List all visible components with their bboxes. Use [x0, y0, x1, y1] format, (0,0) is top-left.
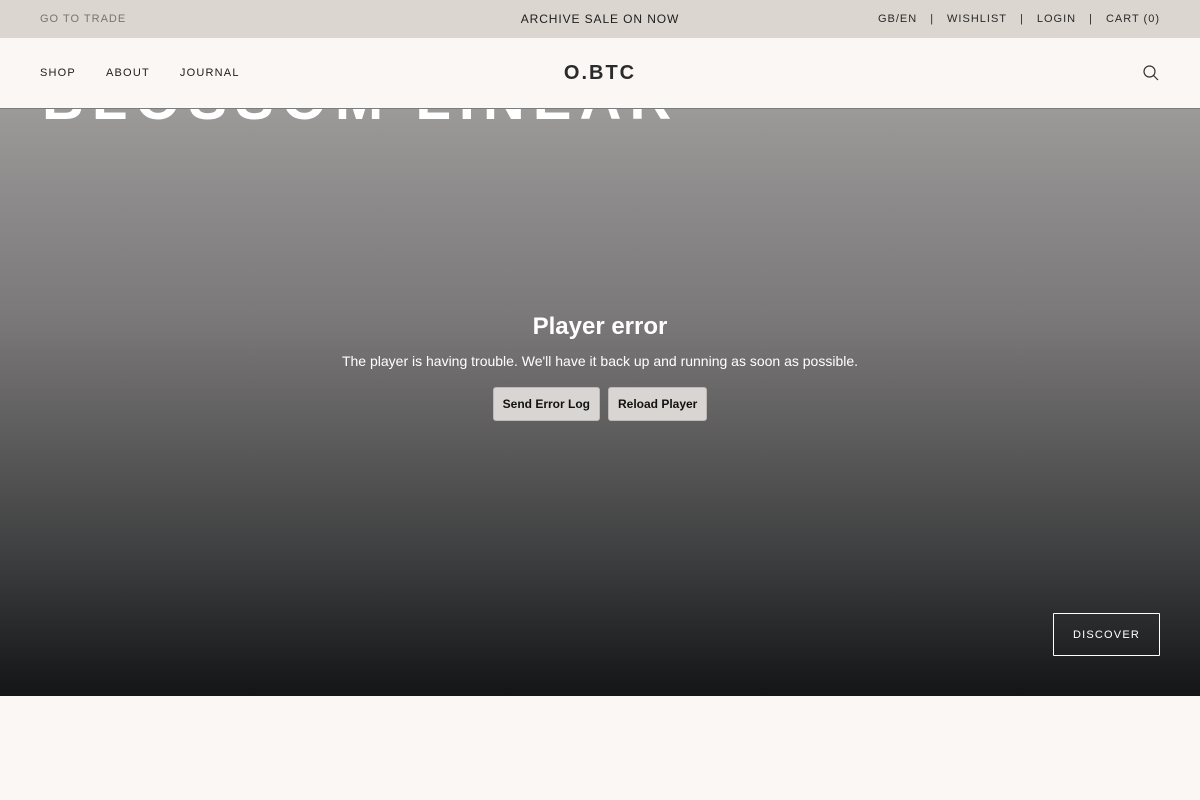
search-icon — [1143, 65, 1159, 81]
separator: | — [1089, 13, 1093, 25]
separator: | — [930, 13, 935, 25]
cart-link[interactable]: CART (0) — [1106, 13, 1160, 25]
search-button[interactable] — [1142, 64, 1160, 82]
hero-video: BLOSSOM LINEAR Player error The player i… — [0, 108, 1200, 696]
hero-title: BLOSSOM LINEAR — [42, 108, 679, 133]
region-selector[interactable]: GB/EN — [878, 13, 917, 25]
nav-item-journal[interactable]: JOURNAL — [180, 67, 240, 79]
site-logo[interactable]: O.BTC — [564, 62, 636, 84]
go-to-trade-link[interactable]: GO TO TRADE — [40, 13, 126, 25]
reload-player-button[interactable]: Reload Player — [607, 387, 708, 421]
account-links: GB/EN | WISHLIST | LOGIN | CART (0) — [878, 13, 1160, 25]
announcement-bar: GO TO TRADE ARCHIVE SALE ON NOW GB/EN | … — [0, 0, 1200, 38]
player-error-title: Player error — [532, 313, 668, 340]
nav-item-shop[interactable]: SHOP — [40, 67, 76, 79]
login-link[interactable]: LOGIN — [1037, 13, 1076, 25]
player-error: Player error The player is having troubl… — [0, 313, 1200, 421]
announcement-text[interactable]: ARCHIVE SALE ON NOW — [521, 12, 679, 26]
send-error-log-button[interactable]: Send Error Log — [492, 387, 600, 421]
separator: | — [1020, 13, 1024, 25]
player-error-actions: Send Error Log Reload Player — [0, 387, 1200, 421]
player-error-message: The player is having trouble. We'll have… — [341, 353, 859, 369]
site-header: SHOP ABOUT JOURNAL O.BTC — [0, 38, 1200, 109]
wishlist-link[interactable]: WISHLIST — [947, 13, 1007, 25]
discover-button[interactable]: DISCOVER — [1053, 613, 1160, 656]
nav-item-about[interactable]: ABOUT — [106, 67, 150, 79]
main-nav: SHOP ABOUT JOURNAL — [40, 67, 240, 79]
